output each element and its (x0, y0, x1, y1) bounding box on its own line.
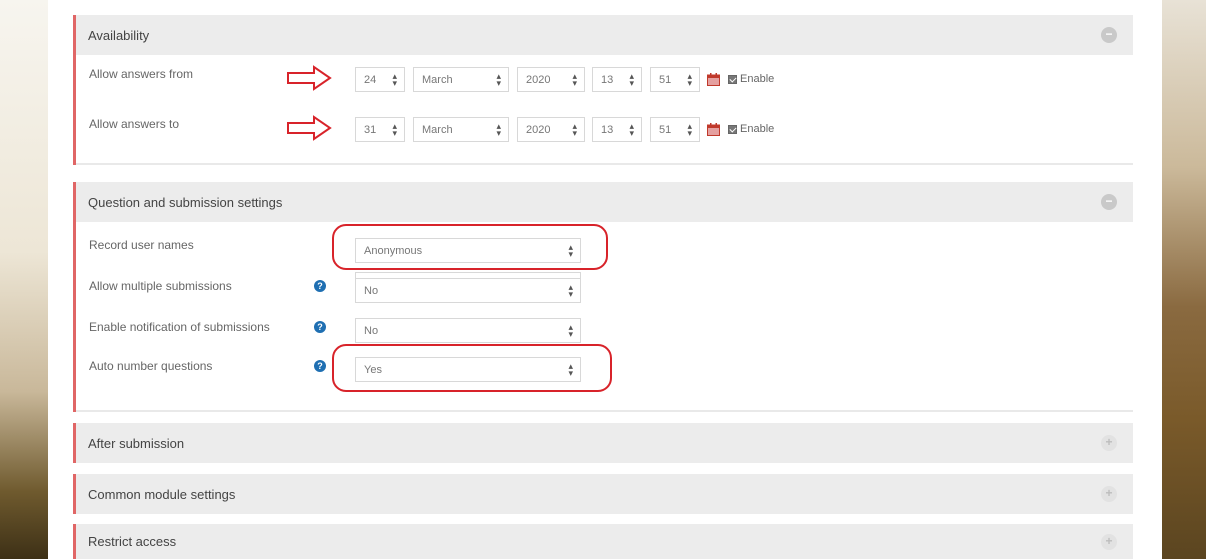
from-hour-select[interactable]: 13 ▴ ▾ (592, 67, 642, 92)
question-circle-icon[interactable]: ? (314, 280, 326, 292)
notification-label: Enable notification of submissions (89, 320, 270, 334)
after-submission-section: After submission + (73, 423, 1133, 463)
sort-arrows-icon: ▴ ▾ (392, 121, 397, 138)
from-enable-checkbox[interactable]: Enable (728, 73, 774, 85)
sort-arrows-icon: ▴ ▾ (687, 71, 692, 88)
calendar-icon[interactable] (707, 73, 720, 86)
question-settings-section: Question and submission settings − Recor… (73, 182, 1133, 412)
settings-page: Availability − Allow answers from 24 ▴ ▾ M… (48, 0, 1162, 559)
to-month-select[interactable]: March ▴ ▾ (413, 117, 509, 142)
to-year-select[interactable]: 2020 ▴ ▾ (517, 117, 585, 142)
from-year-select[interactable]: 2020 ▴ ▾ (517, 67, 585, 92)
from-month-select[interactable]: March ▴ ▾ (413, 67, 509, 92)
to-minute-select[interactable]: 51 ▴ ▾ (650, 117, 700, 142)
highlight-circle-record (332, 224, 608, 270)
highlight-circle-autonumber (332, 344, 612, 392)
availability-title: Availability (88, 27, 150, 43)
sort-arrows-icon: ▴ ▾ (392, 71, 397, 88)
to-enable-checkbox[interactable]: Enable (728, 123, 774, 135)
common-module-header[interactable]: Common module settings + (76, 474, 1133, 514)
sort-arrows-icon: ▴ ▾ (496, 71, 501, 88)
sort-arrows-icon: ▴ ▾ (496, 121, 501, 138)
from-day-select[interactable]: 24 ▴ ▾ (355, 67, 405, 92)
arrow-annotation-icon (287, 65, 332, 91)
checkbox-icon (728, 124, 737, 134)
restrict-access-title: Restrict access (88, 534, 177, 549)
notification-dropdown[interactable]: No ▴ ▾ (355, 318, 581, 343)
arrow-annotation-icon (287, 115, 332, 141)
question-settings-body: Record user names Anonymous ▴ ▾ Allow mu… (76, 222, 1133, 412)
sort-arrows-icon: ▴ ▾ (568, 282, 573, 299)
record-user-names-label: Record user names (89, 238, 194, 252)
availability-body: Allow answers from 24 ▴ ▾ March ▴ ▾ 2020 ▴ ▾ 1… (76, 55, 1133, 165)
calendar-icon[interactable] (707, 123, 720, 136)
auto-number-label: Auto number questions (89, 359, 213, 373)
expand-icon[interactable]: + (1101, 534, 1117, 550)
sort-arrows-icon: ▴ ▾ (629, 71, 634, 88)
question-settings-header[interactable]: Question and submission settings − (76, 182, 1133, 222)
expand-icon[interactable]: + (1101, 486, 1117, 502)
allow-multiple-dropdown[interactable]: No ▴ ▾ (355, 278, 581, 303)
sort-arrows-icon: ▴ ▾ (572, 71, 577, 88)
collapse-icon[interactable]: − (1101, 194, 1117, 210)
from-minute-select[interactable]: 51 ▴ ▾ (650, 67, 700, 92)
availability-header[interactable]: Availability − (76, 15, 1133, 55)
question-settings-title: Question and submission settings (88, 194, 283, 210)
background-left (0, 0, 48, 559)
to-day-select[interactable]: 31 ▴ ▾ (355, 117, 405, 142)
question-circle-icon[interactable]: ? (314, 321, 326, 333)
after-submission-header[interactable]: After submission + (76, 423, 1133, 463)
allow-multiple-label: Allow multiple submissions (89, 279, 232, 293)
sort-arrows-icon: ▴ ▾ (629, 121, 634, 138)
sort-arrows-icon: ▴ ▾ (687, 121, 692, 138)
collapse-icon[interactable]: − (1101, 27, 1117, 43)
background-right (1162, 0, 1206, 559)
common-module-section: Common module settings + (73, 474, 1133, 514)
to-hour-select[interactable]: 13 ▴ ▾ (592, 117, 642, 142)
sort-arrows-icon: ▴ ▾ (572, 121, 577, 138)
allow-from-label: Allow answers from (89, 67, 194, 81)
availability-section: Availability − Allow answers from 24 ▴ ▾ M… (73, 15, 1133, 165)
expand-icon[interactable]: + (1101, 435, 1117, 451)
restrict-access-header[interactable]: Restrict access + (76, 524, 1133, 559)
checkbox-icon (728, 74, 737, 84)
after-submission-title: After submission (88, 435, 185, 451)
question-circle-icon[interactable]: ? (314, 360, 326, 372)
allow-to-label: Allow answers to (89, 117, 180, 131)
common-module-title: Common module settings (88, 486, 236, 502)
sort-arrows-icon: ▴ ▾ (568, 322, 573, 339)
restrict-access-section: Restrict access + (73, 524, 1133, 559)
